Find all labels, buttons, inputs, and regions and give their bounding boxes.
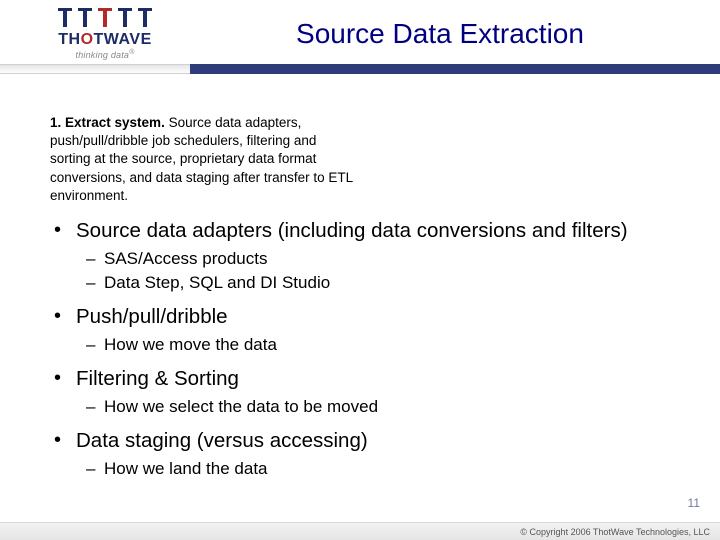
bullet-item: Data staging (versus accessing) How we l… xyxy=(50,428,690,480)
sub-list: How we move the data xyxy=(76,334,690,356)
logo-ticks-icon xyxy=(30,8,180,11)
sub-item: How we move the data xyxy=(76,334,690,356)
bullet-text: Source data adapters (including data con… xyxy=(76,219,628,242)
slide-title: Source Data Extraction xyxy=(190,18,690,50)
logo-name: THOTWAVE xyxy=(30,31,180,49)
extract-system-callout: 1. Extract system. Source data adapters,… xyxy=(50,114,360,205)
sub-list: How we land the data xyxy=(76,458,690,480)
page-number: 11 xyxy=(688,496,700,510)
bullet-item: Source data adapters (including data con… xyxy=(50,218,690,294)
logo-tagline: thinking data® xyxy=(30,49,180,60)
sub-item: How we land the data xyxy=(76,458,690,480)
sub-item: How we select the data to be moved xyxy=(76,396,690,418)
copyright-text: Copyright 2006 ThotWave Technologies, LL… xyxy=(530,527,710,537)
copyright-symbol: © xyxy=(520,527,527,537)
callout-lead: 1. Extract system. xyxy=(50,115,165,130)
brand-logo: THOTWAVE thinking data® xyxy=(30,8,180,94)
bullet-text: Push/pull/dribble xyxy=(76,305,228,328)
header-divider-accent xyxy=(190,64,720,74)
slide-header: THOTWAVE thinking data® Source Data Extr… xyxy=(0,0,720,100)
sub-list: SAS/Access products Data Step, SQL and D… xyxy=(76,248,690,294)
bullet-item: Push/pull/dribble How we move the data xyxy=(50,304,690,356)
bullet-text: Data staging (versus accessing) xyxy=(76,429,368,452)
slide-footer: © Copyright 2006 ThotWave Technologies, … xyxy=(0,522,720,540)
sub-item: SAS/Access products xyxy=(76,248,690,270)
sub-item: Data Step, SQL and DI Studio xyxy=(76,272,690,294)
bullet-item: Filtering & Sorting How we select the da… xyxy=(50,366,690,418)
bullet-list: Source data adapters (including data con… xyxy=(50,218,690,490)
sub-list: How we select the data to be moved xyxy=(76,396,690,418)
bullet-text: Filtering & Sorting xyxy=(76,367,239,390)
